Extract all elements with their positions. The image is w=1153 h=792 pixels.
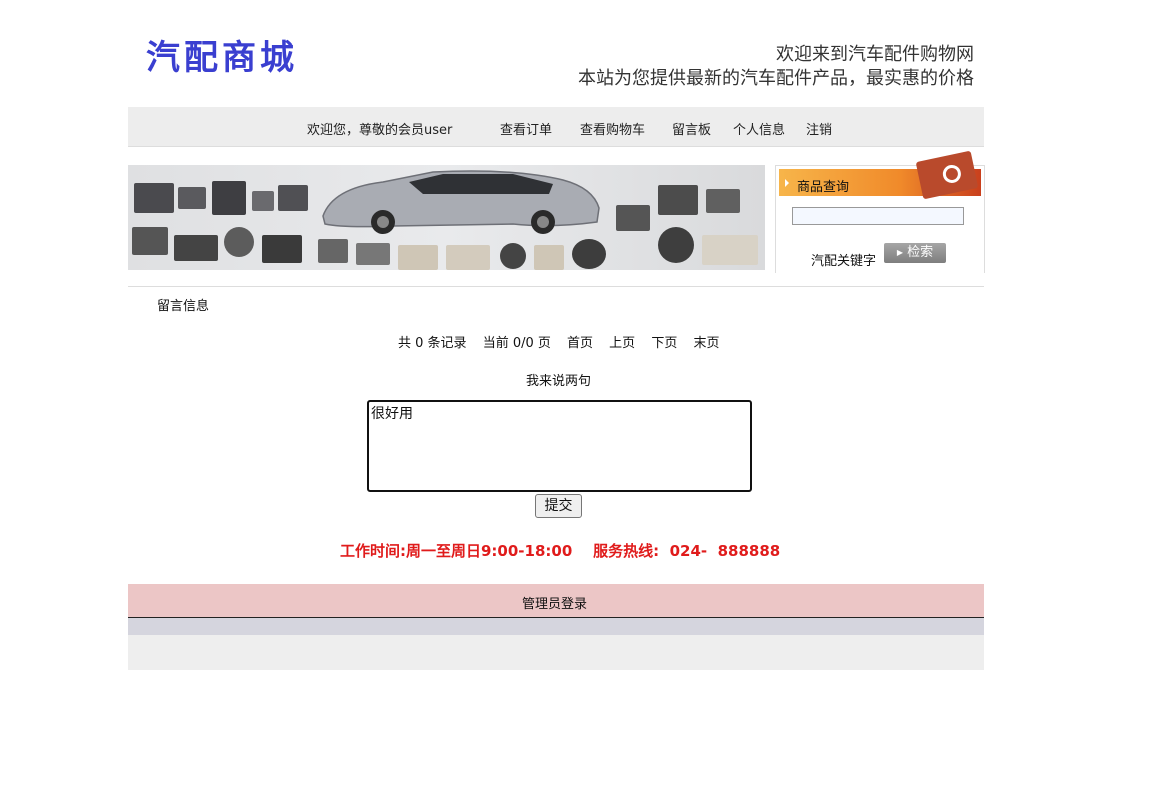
arrow-right-icon: [785, 179, 789, 187]
message-textarea[interactable]: 很好用: [367, 400, 752, 492]
car-icon: [322, 170, 600, 234]
nav-item-logout[interactable]: 注销: [806, 119, 832, 138]
arrow-right-icon: ▶: [896, 248, 903, 257]
pager: 共 0 条记录 当前 0/0 页 首页 上页 下页 末页: [398, 332, 732, 351]
nav-item-profile[interactable]: 个人信息: [733, 119, 785, 138]
submit-button[interactable]: 提交: [535, 494, 582, 518]
search-panel-title: 商品查询: [797, 180, 850, 195]
divider: [128, 286, 984, 287]
pager-first[interactable]: 首页: [567, 336, 593, 351]
search-panel-header: 商品查询: [779, 150, 981, 200]
top-nav: 欢迎您，尊敬的会员user 查看订单 查看购物车 留言板 个人信息 注销: [128, 107, 984, 147]
site-logo[interactable]: 汽配商城: [146, 30, 298, 79]
search-button-label: 检索: [907, 245, 934, 260]
pager-current: 当前 0/0 页: [482, 336, 551, 351]
pager-last[interactable]: 末页: [693, 336, 719, 351]
messages-title: 留言信息: [157, 299, 210, 314]
nav-item-cart[interactable]: 查看购物车: [580, 119, 645, 138]
banner-image: [128, 165, 765, 270]
keyword-label: 汽配关键字: [811, 254, 877, 269]
footer-bar: 管理员登录: [128, 584, 984, 618]
search-button[interactable]: ▶ 检索: [884, 243, 946, 263]
welcome-banner: 欢迎来到汽车配件购物网 本站为您提供最新的汽车配件产品，最实惠的价格: [578, 43, 974, 91]
compose-label: 我来说两句: [526, 374, 592, 389]
admin-login-link[interactable]: 管理员登录: [522, 593, 587, 612]
footer-bottom: [128, 635, 984, 670]
service-hours: 工作时间:周一至周日9:00-18:00 服务热线: 024- 888888: [340, 542, 781, 560]
footer-strip: [128, 618, 984, 635]
welcome-line-2: 本站为您提供最新的汽车配件产品，最实惠的价格: [578, 68, 974, 89]
pager-prev[interactable]: 上页: [609, 336, 635, 351]
member-greeting: 欢迎您，尊敬的会员user: [307, 123, 453, 138]
pager-total: 共 0 条记录: [398, 336, 467, 351]
welcome-line-1: 欢迎来到汽车配件购物网: [776, 44, 974, 65]
nav-item-message-board[interactable]: 留言板: [672, 119, 711, 138]
nav-item-orders[interactable]: 查看订单: [500, 119, 552, 138]
search-input[interactable]: [792, 207, 964, 225]
product-search-panel: 商品查询 汽配关键字 ▶ 检索: [775, 150, 985, 273]
pager-next[interactable]: 下页: [651, 336, 677, 351]
magnifier-icon: [915, 150, 979, 200]
